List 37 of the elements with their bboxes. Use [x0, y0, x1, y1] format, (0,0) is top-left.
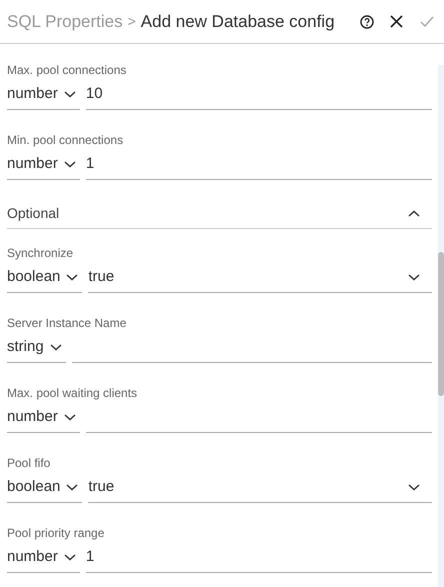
type-dropdown[interactable]: number	[7, 80, 80, 110]
value-field[interactable]: 1	[86, 150, 432, 180]
section-label: Optional	[7, 204, 60, 223]
chevron-down-icon	[64, 161, 76, 168]
value-dropdown[interactable]: true	[88, 263, 432, 293]
value-field[interactable]: 10	[86, 80, 432, 110]
page-title: Add new Database config	[140, 10, 335, 33]
type-dropdown[interactable]: boolean	[7, 473, 82, 503]
breadcrumb-separator: >	[128, 12, 136, 31]
scrollbar-thumb[interactable]	[438, 252, 444, 396]
type-dropdown[interactable]: boolean	[7, 263, 82, 293]
type-dropdown[interactable]: string	[7, 333, 66, 363]
type-dropdown[interactable]: number	[7, 150, 80, 180]
help-icon[interactable]	[360, 14, 374, 28]
chevron-down-icon	[50, 344, 62, 351]
chevron-down-icon	[66, 484, 78, 491]
chevron-up-icon[interactable]	[408, 210, 420, 216]
section-header[interactable]: Optional	[7, 198, 432, 229]
field-label: Server Instance Name	[7, 315, 128, 331]
check-icon[interactable]	[420, 16, 434, 27]
field-label: Max. pool waiting clients	[7, 385, 138, 401]
field-label: Pool fifo	[7, 455, 52, 471]
field-label: Min. pool connections	[7, 132, 124, 148]
close-icon[interactable]	[390, 15, 403, 28]
field-label: Pool priority range	[7, 525, 106, 541]
value-dropdown[interactable]: true	[88, 473, 432, 503]
type-dropdown[interactable]: number	[7, 543, 80, 573]
type-dropdown[interactable]: number	[7, 403, 80, 433]
chevron-down-icon	[64, 91, 76, 98]
chevron-down-icon	[64, 414, 76, 421]
value-field[interactable]: 1	[86, 543, 432, 573]
chevron-down-icon	[64, 554, 76, 561]
chevron-down-icon	[408, 484, 420, 491]
chevron-down-icon	[66, 274, 78, 281]
field-label: Synchronize	[7, 245, 74, 261]
field-label: Max. pool connections	[7, 62, 128, 78]
chevron-down-icon	[408, 274, 420, 281]
